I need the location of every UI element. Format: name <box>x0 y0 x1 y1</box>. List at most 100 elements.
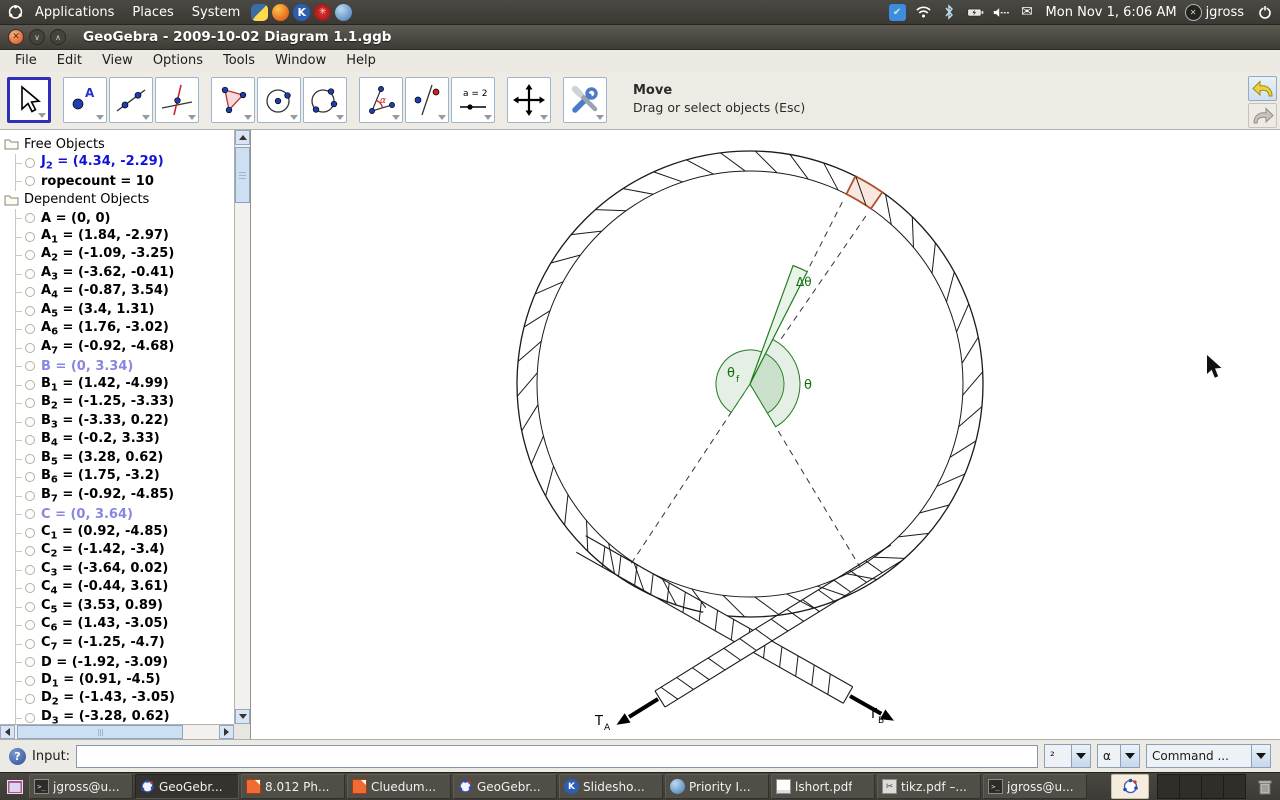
visibility-bullet[interactable] <box>25 491 35 501</box>
menu-help[interactable]: Help <box>336 52 386 69</box>
algebra-item[interactable]: B7 = (-0.92, -4.85) <box>0 487 234 506</box>
algebra-item[interactable]: B6 = (1.75, -3.2) <box>0 468 234 487</box>
tool-dropdown-arrow[interactable] <box>336 115 344 120</box>
visibility-bullet[interactable] <box>25 306 35 316</box>
perpendicular-tool-button[interactable] <box>155 77 199 123</box>
scroll-left-button[interactable] <box>0 725 15 739</box>
scroll-right-button[interactable] <box>219 725 234 739</box>
algebra-item[interactable]: A3 = (-3.62, -0.41) <box>0 265 234 284</box>
tool-dropdown-arrow[interactable] <box>38 113 46 118</box>
visibility-bullet[interactable] <box>25 213 35 223</box>
maximize-button[interactable]: ∧ <box>50 29 66 45</box>
visibility-bullet[interactable] <box>25 472 35 482</box>
menu-options[interactable]: Options <box>143 52 213 69</box>
tool-dropdown-arrow[interactable] <box>596 115 604 120</box>
exponent-dropdown[interactable]: ² <box>1044 744 1091 768</box>
algebra-item[interactable]: C7 = (-1.25, -4.7) <box>0 635 234 654</box>
menu-tools[interactable]: Tools <box>213 52 265 69</box>
panel-clock[interactable]: Mon Nov 1, 6:06 AM <box>1046 5 1177 20</box>
volume-icon[interactable] <box>993 4 1010 21</box>
algebra-item[interactable]: C3 = (-3.64, 0.02) <box>0 561 234 580</box>
mail-icon[interactable]: ✉ <box>1019 4 1036 21</box>
menu-view[interactable]: View <box>92 52 143 69</box>
visibility-bullet[interactable] <box>25 176 35 186</box>
dropbox-icon[interactable]: ✔ <box>889 4 906 21</box>
command-dropdown[interactable]: Command ... <box>1146 744 1271 768</box>
exponent-dropdown-button[interactable] <box>1072 744 1091 768</box>
polygon-tool-button[interactable] <box>211 77 255 123</box>
panel-menu-places[interactable]: Places <box>123 3 182 22</box>
tool-dropdown-arrow[interactable] <box>96 115 104 120</box>
reflect-tool-button[interactable] <box>405 77 449 123</box>
visibility-bullet[interactable] <box>25 602 35 612</box>
algebra-item[interactable]: D3 = (-3.28, 0.62) <box>0 709 234 725</box>
redo-button[interactable] <box>1248 103 1277 128</box>
visibility-bullet[interactable] <box>25 694 35 704</box>
algebra-item[interactable]: D2 = (-1.43, -3.05) <box>0 690 234 709</box>
visibility-bullet[interactable] <box>25 713 35 723</box>
visibility-bullet[interactable] <box>25 546 35 556</box>
undo-button[interactable] <box>1248 76 1277 101</box>
algebra-item[interactable]: C1 = (0.92, -4.85) <box>0 524 234 543</box>
taskbar-window-button[interactable]: ✂tikz.pdf –... <box>877 774 981 799</box>
algebra-item[interactable]: B = (0, 3.34) <box>0 357 234 376</box>
algebra-item[interactable]: C2 = (-1.42, -3.4) <box>0 542 234 561</box>
battery-icon[interactable] <box>967 4 984 21</box>
taskbar-window-button[interactable]: 8.012 Ph... <box>241 774 345 799</box>
tool-dropdown-arrow[interactable] <box>392 115 400 120</box>
algebra-item[interactable]: B2 = (-1.25, -3.33) <box>0 394 234 413</box>
vertical-scrollbar[interactable] <box>234 130 250 724</box>
visibility-bullet[interactable] <box>25 565 35 575</box>
visibility-bullet[interactable] <box>25 509 35 519</box>
tool-dropdown-arrow[interactable] <box>290 115 298 120</box>
visibility-bullet[interactable] <box>25 361 35 371</box>
tool-dropdown-arrow[interactable] <box>142 115 150 120</box>
minimize-button[interactable]: ∨ <box>29 29 45 45</box>
visibility-bullet[interactable] <box>25 620 35 630</box>
algebra-item[interactable]: C6 = (1.43, -3.05) <box>0 616 234 635</box>
menu-file[interactable]: File <box>5 52 47 69</box>
visibility-bullet[interactable] <box>25 454 35 464</box>
scroll-down-button[interactable] <box>235 709 250 724</box>
algebra-section-header[interactable]: Dependent Objects <box>0 191 234 210</box>
visibility-bullet[interactable] <box>25 528 35 538</box>
algebra-item[interactable]: A1 = (1.84, -2.97) <box>0 228 234 247</box>
bluetooth-icon[interactable] <box>941 4 958 21</box>
workspace-cell[interactable] <box>1224 774 1246 799</box>
tool-dropdown-arrow[interactable] <box>540 115 548 120</box>
tool-dropdown-arrow[interactable] <box>484 115 492 120</box>
algebra-item[interactable]: A5 = (3.4, 1.31) <box>0 302 234 321</box>
algebra-item[interactable]: A = (0, 0) <box>0 209 234 228</box>
horizontal-scroll-thumb[interactable] <box>17 725 183 739</box>
scroll-up-button[interactable] <box>235 130 250 145</box>
taskbar-window-button[interactable]: Cluedum... <box>347 774 451 799</box>
taskbar-window-button[interactable]: GeoGebr... <box>135 774 239 799</box>
conic-tool-button[interactable] <box>303 77 347 123</box>
graphics-view[interactable]: θ f θ Δθ T A T B <box>251 130 1280 739</box>
input-field[interactable] <box>76 745 1038 768</box>
tool-dropdown-arrow[interactable] <box>438 115 446 120</box>
algebra-item[interactable]: C = (0, 3.64) <box>0 505 234 524</box>
python-icon[interactable] <box>251 4 268 21</box>
algebra-item[interactable]: B4 = (-0.2, 3.33) <box>0 431 234 450</box>
workspace-cell[interactable] <box>1180 774 1202 799</box>
algebra-item[interactable]: B3 = (-3.33, 0.22) <box>0 413 234 432</box>
visibility-bullet[interactable] <box>25 380 35 390</box>
line-tool-button[interactable] <box>109 77 153 123</box>
slider-tool-button[interactable]: a = 2 <box>451 77 495 123</box>
visibility-bullet[interactable] <box>25 398 35 408</box>
taskbar-window-button[interactable]: GeoGebr... <box>453 774 557 799</box>
taskbar-window-button[interactable]: KSlidesho... <box>559 774 663 799</box>
algebra-item[interactable]: B5 = (3.28, 0.62) <box>0 450 234 469</box>
chromium-icon[interactable] <box>335 4 352 21</box>
workspace-cell[interactable] <box>1202 774 1224 799</box>
visibility-bullet[interactable] <box>25 676 35 686</box>
algebra-item[interactable]: A2 = (-1.09, -3.25) <box>0 246 234 265</box>
tool-dropdown-arrow[interactable] <box>244 115 252 120</box>
visibility-bullet[interactable] <box>25 158 35 168</box>
visibility-bullet[interactable] <box>25 583 35 593</box>
firefox-icon[interactable] <box>272 4 289 21</box>
trash-icon[interactable] <box>1253 774 1277 799</box>
user-status-icon[interactable]: ✕ <box>1185 4 1202 21</box>
window-titlebar[interactable]: ✕ ∨ ∧ GeoGebra - 2009-10-02 Diagram 1.1.… <box>0 25 1280 50</box>
